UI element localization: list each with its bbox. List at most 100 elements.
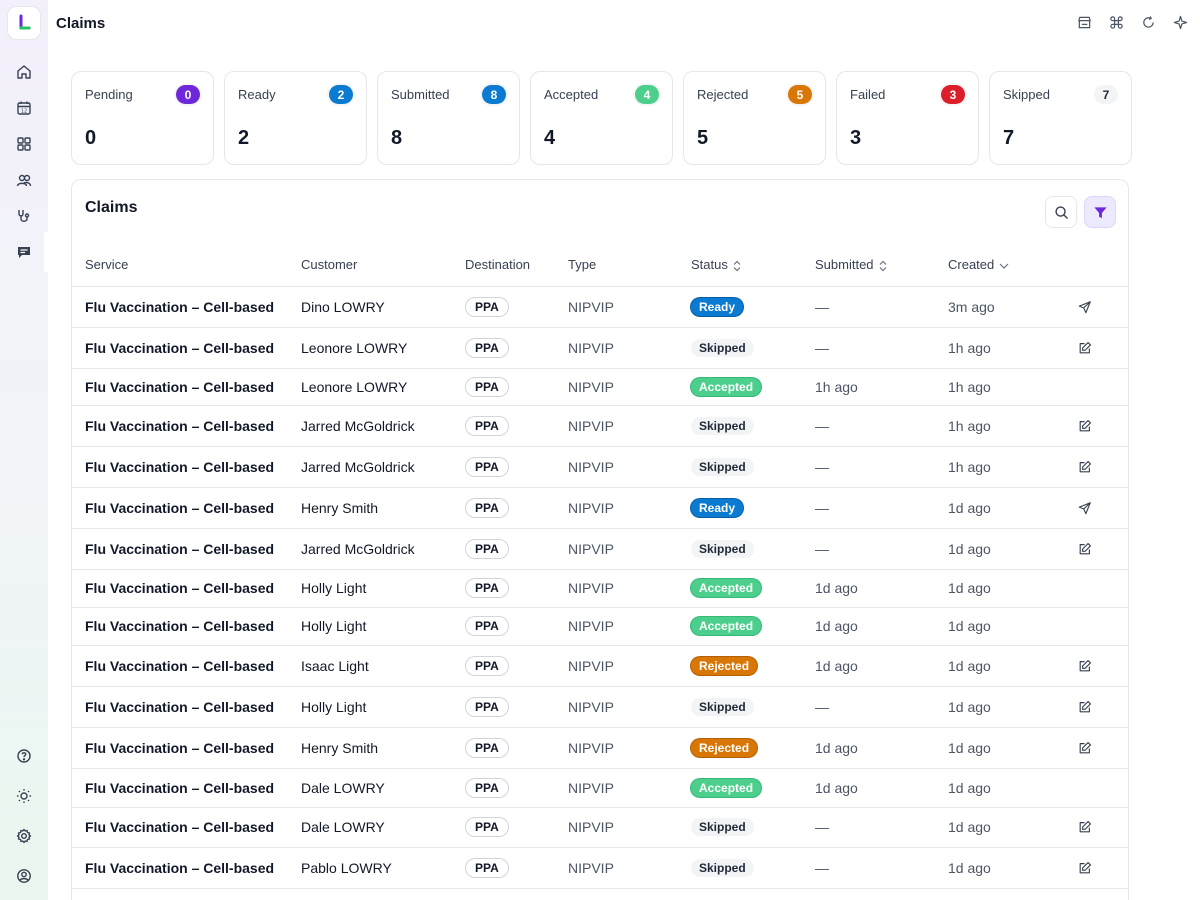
table-row[interactable]: Flu Vaccination – Cell-based Jarred McGol… [72,446,1128,488]
stat-count-badge: 0 [176,85,200,104]
table-row[interactable]: Flu Vaccination – Cell-based Isaac Light P… [72,645,1128,687]
service-cell: Flu Vaccination – Cell-based [72,686,301,728]
table-row[interactable]: Flu Vaccination – Cell-based Holly Light P… [72,569,1128,608]
column-header-created[interactable]: Created [948,244,1072,287]
stat-count-badge: 8 [482,85,506,104]
account-icon[interactable] [10,862,38,890]
table-row[interactable]: Flu Vaccination – Cell-based Dale LOWRY PP… [72,807,1128,848]
status-badge: Skipped [691,457,754,476]
edit-claim-button[interactable] [1077,418,1093,434]
customer-cell: Dino LOWRY [301,286,465,328]
edit-icon [1078,460,1092,474]
submitted-cell: 1d ago [815,569,948,608]
stethoscope-icon[interactable] [10,202,38,230]
created-cell: 1h ago [948,405,1072,447]
users-icon[interactable] [10,166,38,194]
table-row[interactable]: Flu Vaccination – Cell-based Henry Smith P… [72,487,1128,529]
submitted-cell: — [815,807,948,848]
settings-gear-icon[interactable] [10,822,38,850]
table-row[interactable]: Flu Vaccination – Cell-based Pablo LOWRY P… [72,847,1128,889]
status-badge: Ready [691,297,744,316]
sparkle-icon[interactable] [1172,14,1188,30]
type-cell: NIPVIP [568,286,691,328]
search-button[interactable] [1045,196,1077,228]
created-cell: 1d ago [948,569,1072,608]
status-cell: Skipped [691,327,815,369]
created-cell: 1d ago [948,528,1072,570]
stat-card-pending[interactable]: Pending 0 0 [71,71,214,165]
send-icon [1078,501,1092,515]
type-cell: NIPVIP [568,847,691,889]
send-claim-button[interactable] [1077,299,1093,315]
grid-icon[interactable] [10,130,38,158]
action-cell [1072,286,1128,328]
edit-claim-button[interactable] [1077,860,1093,876]
table-row[interactable]: Flu Vaccination – Cell-based Jarred McGol… [72,405,1128,447]
send-claim-button[interactable] [1077,500,1093,516]
refresh-icon[interactable] [1140,14,1156,30]
table-row[interactable]: Flu Vaccination – Cell-based Jarred McGol… [72,528,1128,570]
created-cell: 1h ago [948,327,1072,369]
service-cell: Flu Vaccination – Cell-based [72,286,301,328]
search-icon [1054,205,1068,219]
edit-claim-button[interactable] [1077,740,1093,756]
edit-claim-button[interactable] [1077,658,1093,674]
stat-card-failed[interactable]: Failed 3 3 [836,71,979,165]
destination-pill: PPA [465,696,509,717]
stat-value: 0 [85,127,97,149]
table-row[interactable]: Flu Vaccination – Cell-based Leonore LOWR… [72,368,1128,406]
service-cell: Flu Vaccination – Cell-based [72,368,301,406]
stat-card-submitted[interactable]: Submitted 8 8 [377,71,520,165]
edit-claim-button[interactable] [1077,459,1093,475]
stat-card-accepted[interactable]: Accepted 4 4 [530,71,673,165]
column-header-submitted[interactable]: Submitted [815,244,948,287]
table-row[interactable]: Flu Vaccination – Cell-based Dino LOWRY PP… [72,286,1128,328]
stat-label: Ready [238,87,276,102]
column-header-status[interactable]: Status [691,244,815,287]
customer-cell: Dale LOWRY [301,768,465,808]
destination-pill: PPA [465,415,509,436]
type-cell: NIPVIP [568,686,691,728]
app-logo[interactable] [8,7,40,39]
table-row[interactable]: Flu Vaccination – Cell-based Holly Light P… [72,607,1128,646]
stat-card-rejected[interactable]: Rejected 5 5 [683,71,826,165]
table-row[interactable]: Flu Vaccination – Cell-based Leonore LOWR… [72,327,1128,369]
edit-claim-button[interactable] [1077,340,1093,356]
sort-desc-icon [999,263,1009,269]
edit-claim-button[interactable] [1077,819,1093,835]
status-cell: Accepted [691,569,815,608]
destination-cell: PPA [465,686,568,728]
column-header-destination: Destination [465,244,568,287]
command-icon[interactable] [1108,14,1124,30]
submitted-cell: — [815,405,948,447]
type-cell: NIPVIP [568,405,691,447]
stat-card-ready[interactable]: Ready 2 2 [224,71,367,165]
table-row[interactable]: Flu Vaccination – Cell-based Dale LOWRY PP… [72,768,1128,808]
home-icon[interactable] [10,58,38,86]
claims-icon[interactable] [10,232,48,272]
destination-cell: PPA [465,528,568,570]
created-cell: 1d ago [948,807,1072,848]
service-cell: Flu Vaccination – Cell-based [72,645,301,687]
status-badge: Rejected [691,656,758,675]
service-cell: Flu Vaccination – Cell-based [72,607,301,646]
calendar-icon[interactable]: 12 [10,94,38,122]
table-row[interactable]: Flu Vaccination – Cell-based Henry Smith P… [72,727,1128,769]
edit-claim-button[interactable] [1077,699,1093,715]
status-badge: Ready [691,498,744,517]
destination-cell: PPA [465,368,568,406]
claims-panel: Claims Service Customer Destination Type… [71,179,1129,900]
help-icon[interactable] [10,742,38,770]
sun-icon[interactable] [10,782,38,810]
destination-cell: PPA [465,847,568,889]
filter-button[interactable] [1084,196,1116,228]
submitted-cell: — [815,686,948,728]
customer-cell: Pablo LOWRY [301,847,465,889]
status-badge: Accepted [691,579,762,597]
table-row[interactable]: Flu Vaccination – Cell-based Holly Light P… [72,686,1128,728]
store-icon[interactable] [1076,14,1092,30]
stat-card-skipped[interactable]: Skipped 7 7 [989,71,1132,165]
status-cell: Skipped [691,446,815,488]
active-nav-indicator [44,236,50,268]
edit-claim-button[interactable] [1077,541,1093,557]
